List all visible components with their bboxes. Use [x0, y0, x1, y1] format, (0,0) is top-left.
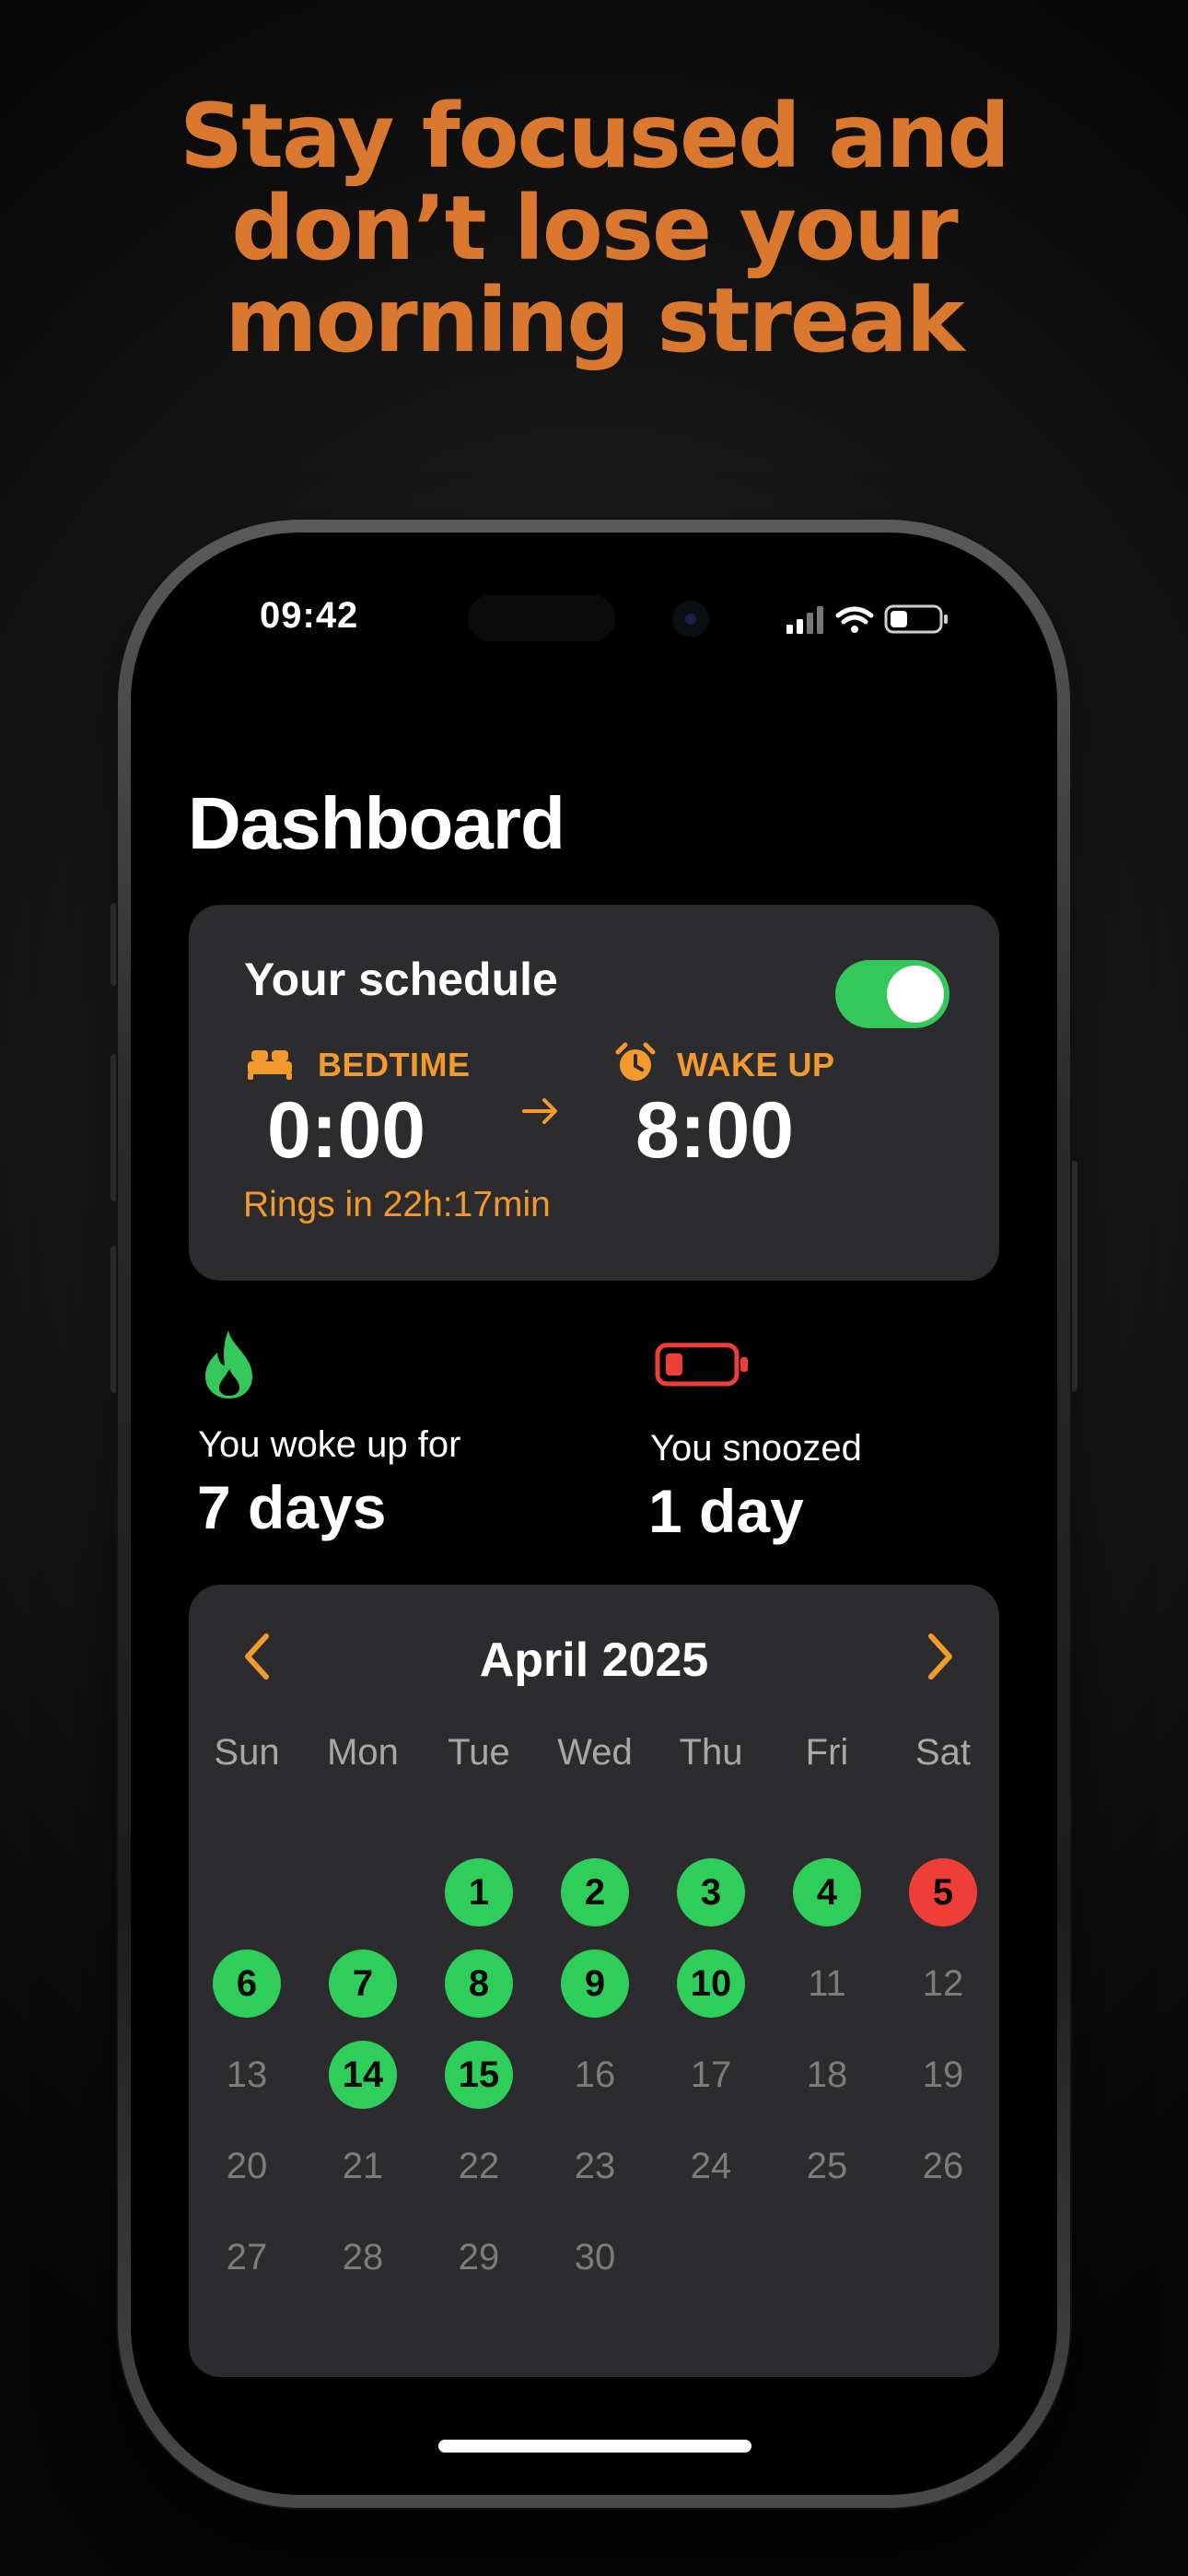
- wakeup-label: WAKE UP: [677, 1046, 835, 1083]
- calendar-day-28[interactable]: 28: [329, 2223, 397, 2291]
- camera-icon: [672, 601, 709, 638]
- rings-in-text: Rings in 22h:17min: [243, 1185, 551, 1224]
- weekday-wed: Wed: [557, 1732, 633, 1773]
- headline-line-3: morning streak: [225, 269, 964, 372]
- weekday-sat: Sat: [914, 1732, 972, 1773]
- page-title: Dashboard: [188, 782, 565, 864]
- calendar-day-16[interactable]: 16: [561, 2041, 629, 2109]
- home-indicator[interactable]: [438, 2440, 751, 2453]
- calendar-month-title: April 2025: [479, 1633, 709, 1687]
- snoozed-value: 1 day: [648, 1477, 804, 1545]
- headline: Stay focused and don’t lose your morning…: [0, 90, 1188, 367]
- calendar-day-19[interactable]: 19: [909, 2041, 977, 2109]
- weekday-tue: Tue: [448, 1732, 510, 1773]
- calendar-day-6[interactable]: 6: [213, 1950, 281, 2018]
- calendar-day-12[interactable]: 12: [909, 1950, 977, 2018]
- bedtime-value[interactable]: 0:00: [267, 1085, 425, 1177]
- wakeup-value[interactable]: 8:00: [635, 1085, 794, 1177]
- status-time: 09:42: [260, 595, 359, 636]
- flame-icon: [205, 1330, 252, 1399]
- low-battery-icon: [655, 1342, 748, 1387]
- battery-icon: [884, 604, 948, 634]
- weekday-thu: Thu: [679, 1732, 743, 1773]
- calendar-day-15[interactable]: 15: [445, 2041, 513, 2109]
- volume-down-button: [111, 1246, 118, 1393]
- headline-line-2: don’t lose your: [231, 177, 959, 280]
- toggle-knob: [887, 966, 944, 1023]
- calendar-day-17[interactable]: 17: [677, 2041, 745, 2109]
- calendar-day-24[interactable]: 24: [677, 2132, 745, 2200]
- schedule-card[interactable]: Your schedule BEDTIME 0:00 WAKE UP 8:00 …: [189, 905, 999, 1281]
- calendar-day-22[interactable]: 22: [445, 2132, 513, 2200]
- calendar-day-30[interactable]: 30: [561, 2223, 629, 2291]
- calendar-day-8[interactable]: 8: [445, 1950, 513, 2018]
- calendar-day-14[interactable]: 14: [329, 2041, 397, 2109]
- calendar-day-18[interactable]: 18: [793, 2041, 861, 2109]
- calendar-day-26[interactable]: 26: [909, 2132, 977, 2200]
- status-icons: [786, 604, 948, 634]
- calendar-day-7[interactable]: 7: [329, 1950, 397, 2018]
- calendar-day-5[interactable]: 5: [909, 1858, 977, 1926]
- woke-up-value: 7 days: [197, 1473, 387, 1541]
- weekday-mon: Mon: [327, 1732, 399, 1773]
- calendar-day-2[interactable]: 2: [561, 1858, 629, 1926]
- cellular-signal-icon: [786, 606, 823, 634]
- woke-up-label: You woke up for: [198, 1424, 461, 1465]
- calendar-day-23[interactable]: 23: [561, 2132, 629, 2200]
- action-button: [111, 903, 118, 986]
- schedule-toggle[interactable]: [835, 960, 949, 1028]
- bedtime-label: BEDTIME: [318, 1046, 471, 1083]
- snoozed-label: You snoozed: [650, 1428, 862, 1469]
- arrow-right-icon: [522, 1098, 557, 1124]
- headline-line-1: Stay focused and: [179, 85, 1010, 188]
- dynamic-island: [468, 595, 615, 641]
- wifi-icon: [835, 606, 874, 633]
- calendar-day-11[interactable]: 11: [793, 1950, 861, 2018]
- weekday-fri: Fri: [805, 1732, 849, 1773]
- calendar-card: April 2025 Sun Mon Tue Wed Thu Fri Sat 1 2 3 4 5 6 7 8…: [189, 1585, 999, 2377]
- calendar-day-1[interactable]: 1: [445, 1858, 513, 1926]
- bed-icon: [248, 1050, 292, 1080]
- side-button: [1070, 1161, 1077, 1391]
- calendar-day-3[interactable]: 3: [677, 1858, 745, 1926]
- calendar-day-20[interactable]: 20: [213, 2132, 281, 2200]
- volume-up-button: [111, 1054, 118, 1201]
- weekday-sun: Sun: [214, 1732, 280, 1773]
- calendar-day-13[interactable]: 13: [213, 2041, 281, 2109]
- calendar-day-10[interactable]: 10: [677, 1950, 745, 2018]
- calendar-day-25[interactable]: 25: [793, 2132, 861, 2200]
- calendar-day-29[interactable]: 29: [445, 2223, 513, 2291]
- schedule-title: Your schedule: [244, 954, 558, 1005]
- calendar-day-21[interactable]: 21: [329, 2132, 397, 2200]
- calendar-day-4[interactable]: 4: [793, 1858, 861, 1926]
- calendar-day-27[interactable]: 27: [213, 2223, 281, 2291]
- next-month-button[interactable]: [916, 1629, 962, 1684]
- alarm-clock-icon: [615, 1042, 656, 1081]
- calendar-day-9[interactable]: 9: [561, 1950, 629, 2018]
